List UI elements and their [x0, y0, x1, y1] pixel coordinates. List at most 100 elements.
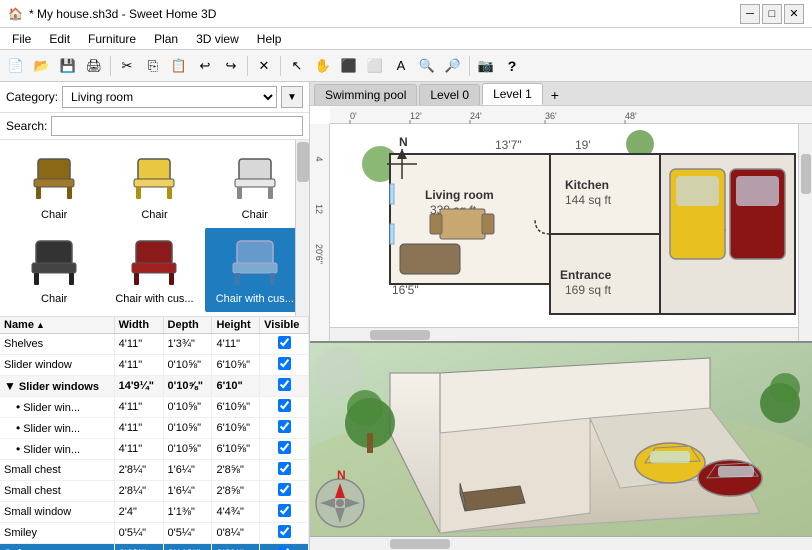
table-cell-visible[interactable] [260, 523, 309, 544]
table-cell-height: 6'10⅝" [212, 439, 260, 460]
table-row[interactable]: Shelves 4'11" 1'3¾" 4'11" [0, 334, 309, 355]
create-wall[interactable]: ⬛ [337, 54, 361, 78]
table-row[interactable]: ▼Slider windows 14'9¼" 0'10⅝" 6'10" [0, 376, 309, 397]
table-cell-depth: 0'10⅝" [163, 418, 212, 439]
undo-button[interactable]: ↩ [193, 54, 217, 78]
minimize-button[interactable]: ─ [740, 4, 760, 24]
paste-button[interactable]: 📋 [167, 54, 191, 78]
print-button[interactable]: 🖨 [82, 54, 106, 78]
menu-plan[interactable]: Plan [146, 30, 186, 48]
svg-text:12': 12' [410, 111, 422, 121]
menu-file[interactable]: File [4, 30, 39, 48]
menu-3dview[interactable]: 3D view [188, 30, 247, 48]
search-input[interactable] [51, 116, 303, 136]
3d-scrollbar-h[interactable] [310, 536, 812, 550]
table-cell-visible[interactable] [260, 334, 309, 355]
create-room[interactable]: ⬜ [363, 54, 387, 78]
visibility-checkbox[interactable] [278, 462, 291, 475]
table-row[interactable]: Small chest 2'8¼" 1'6¼" 2'8⅝" [0, 481, 309, 502]
table-cell-name: •Slider win... [0, 397, 114, 418]
table-cell-width: 4'11" [114, 397, 163, 418]
save-button[interactable]: 💾 [56, 54, 80, 78]
add-tab-button[interactable]: + [545, 85, 565, 105]
table-cell-depth: 0'10⅝" [163, 397, 212, 418]
table-row[interactable]: Slider window 4'11" 0'10⅝" 6'10⅝" [0, 355, 309, 376]
table-cell-visible[interactable] [260, 376, 309, 397]
zoom-in-button[interactable]: 🔍 [415, 54, 439, 78]
3d-view-render: N [310, 343, 812, 536]
category-select[interactable]: Living room Bedroom Kitchen Bathroom [62, 86, 277, 108]
col-visible[interactable]: Visible [260, 317, 309, 334]
visibility-checkbox[interactable] [278, 420, 291, 433]
table-row[interactable]: Small chest 2'8¼" 1'6¼" 2'8⅝" [0, 460, 309, 481]
furniture-item-chair-cus2[interactable]: Chair with cus... [205, 228, 305, 312]
furniture-grid-scrollbar[interactable] [295, 140, 309, 316]
redo-button[interactable]: ↪ [219, 54, 243, 78]
col-height[interactable]: Height [212, 317, 260, 334]
visibility-checkbox[interactable] [278, 525, 291, 538]
table-row[interactable]: Sofa 6'3¾" 2'11⅝" 3'3⅜" [0, 544, 309, 550]
menu-furniture[interactable]: Furniture [80, 30, 144, 48]
cut-button[interactable]: ✂ [115, 54, 139, 78]
menu-bar: File Edit Furniture Plan 3D view Help [0, 28, 812, 50]
table-cell-visible[interactable] [260, 418, 309, 439]
category-expand-button[interactable]: ▼ [281, 86, 303, 108]
menu-help[interactable]: Help [249, 30, 290, 48]
table-row[interactable]: •Slider win... 4'11" 0'10⅝" 6'10⅝" [0, 439, 309, 460]
visibility-checkbox[interactable] [278, 441, 291, 454]
table-cell-visible[interactable] [260, 355, 309, 376]
navigation-compass[interactable] [314, 347, 364, 397]
zoom-out-button[interactable]: 🔎 [441, 54, 465, 78]
table-cell-depth: 0'10⅝" [163, 439, 212, 460]
plan-scrollbar-h[interactable] [330, 327, 798, 341]
table-cell-visible[interactable] [260, 481, 309, 502]
col-name[interactable]: Name▲ [0, 317, 114, 334]
furniture-item-chair3[interactable]: Chair [205, 144, 305, 228]
tab-level-0[interactable]: Level 0 [419, 84, 480, 105]
pan-tool[interactable]: ✋ [311, 54, 335, 78]
table-cell-visible[interactable] [260, 502, 309, 523]
table-cell-visible[interactable] [260, 544, 309, 550]
table-cell-name: Smiley [0, 523, 114, 544]
table-row[interactable]: Small window 2'4" 1'1⅜" 4'4¾" [0, 502, 309, 523]
table-cell-visible[interactable] [260, 439, 309, 460]
select-tool[interactable]: ↖ [285, 54, 309, 78]
table-row[interactable]: •Slider win... 4'11" 0'10⅝" 6'10⅝" [0, 397, 309, 418]
delete-button[interactable]: ✕ [252, 54, 276, 78]
visibility-checkbox[interactable] [278, 399, 291, 412]
create-label[interactable]: A [389, 54, 413, 78]
visibility-checkbox[interactable] [278, 336, 291, 349]
visibility-checkbox[interactable] [278, 504, 291, 517]
plan-scrollbar-thumb-v [801, 154, 811, 194]
new-button[interactable]: 📄 [4, 54, 28, 78]
close-button[interactable]: ✕ [784, 4, 804, 24]
table-row[interactable]: Smiley 0'5¼" 0'5¼" 0'8¼" [0, 523, 309, 544]
tab-level-1[interactable]: Level 1 [482, 83, 543, 105]
furniture-item-chair1[interactable]: Chair [4, 144, 104, 228]
table-row[interactable]: •Slider win... 4'11" 0'10⅝" 6'10⅝" [0, 418, 309, 439]
menu-edit[interactable]: Edit [41, 30, 78, 48]
3d-view: N [310, 341, 812, 536]
table-cell-visible[interactable] [260, 460, 309, 481]
floor-plan[interactable]: 0' 12' 24' 36' 48' 4 12 2 [310, 106, 812, 341]
table-cell-name: ▼Slider windows [0, 376, 114, 397]
plan-area[interactable]: Living room 339 sq ft Kitchen 144 sq ft … [330, 124, 812, 341]
tab-swimming-pool[interactable]: Swimming pool [314, 84, 417, 105]
copy-button[interactable]: ⎘ [141, 54, 165, 78]
maximize-button[interactable]: □ [762, 4, 782, 24]
help-button[interactable]: ? [500, 54, 524, 78]
svg-text:4: 4 [314, 156, 324, 161]
visibility-checkbox[interactable] [278, 357, 291, 370]
table-cell-visible[interactable] [260, 397, 309, 418]
camera-button[interactable]: 📷 [474, 54, 498, 78]
visibility-checkbox[interactable] [278, 546, 291, 550]
col-depth[interactable]: Depth [163, 317, 212, 334]
furniture-item-chair-cus1[interactable]: Chair with cus... [104, 228, 204, 312]
col-width[interactable]: Width [114, 317, 163, 334]
furniture-item-chair2[interactable]: Chair [104, 144, 204, 228]
visibility-checkbox[interactable] [278, 483, 291, 496]
plan-scrollbar-v[interactable] [798, 124, 812, 341]
open-button[interactable]: 📂 [30, 54, 54, 78]
visibility-checkbox[interactable] [278, 378, 291, 391]
furniture-item-chair4[interactable]: Chair [4, 228, 104, 312]
